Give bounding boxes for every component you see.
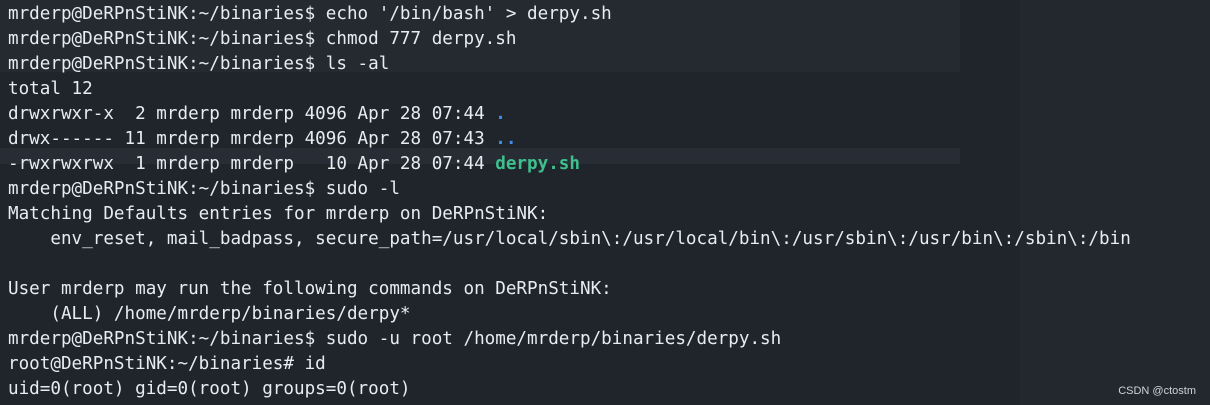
terminal-window[interactable]: mrderp@DeRPnStiNK:~/binaries$ echo '/bin… xyxy=(0,0,1210,405)
terminal-line: mrderp@DeRPnStiNK:~/binaries$ echo '/bin… xyxy=(8,4,612,24)
watermark: CSDN @ctostm xyxy=(1118,385,1196,397)
ls-entry-details: drwx------ 11 mrderp mrderp 4096 Apr 28 … xyxy=(8,129,496,149)
terminal-line: Matching Defaults entries for mrderp on … xyxy=(8,204,549,224)
terminal-line: total 12 xyxy=(8,79,93,99)
terminal-line: mrderp@DeRPnStiNK:~/binaries$ sudo -l xyxy=(8,179,400,199)
terminal-line: (ALL) /home/mrderp/binaries/derpy* xyxy=(8,304,411,324)
terminal-line: -rwxrwxrwx 1 mrderp mrderp 10 Apr 28 07:… xyxy=(8,152,1131,177)
terminal-line: drwx------ 11 mrderp mrderp 4096 Apr 28 … xyxy=(8,127,1131,152)
ls-entry-details: -rwxrwxrwx 1 mrderp mrderp 10 Apr 28 07:… xyxy=(8,154,496,174)
terminal-line: mrderp@DeRPnStiNK:~/binaries$ ls -al xyxy=(8,54,390,74)
terminal-line: root@DeRPnStiNK:~/binaries# id xyxy=(8,354,326,374)
terminal-line: uid=0(root) gid=0(root) groups=0(root) xyxy=(8,379,411,399)
terminal-output[interactable]: mrderp@DeRPnStiNK:~/binaries$ echo '/bin… xyxy=(8,2,1131,402)
ls-entry-dirname: . xyxy=(495,104,506,124)
terminal-line: User mrderp may run the following comman… xyxy=(8,279,612,299)
terminal-line: mrderp@DeRPnStiNK:~/binaries$ chmod 777 … xyxy=(8,29,517,49)
ls-entry-details: drwxrwxr-x 2 mrderp mrderp 4096 Apr 28 0… xyxy=(8,104,496,124)
terminal-line: drwxrwxr-x 2 mrderp mrderp 4096 Apr 28 0… xyxy=(8,102,1131,127)
ls-entry-filename: derpy.sh xyxy=(495,154,580,174)
terminal-line: env_reset, mail_badpass, secure_path=/us… xyxy=(8,229,1131,249)
terminal-line: mrderp@DeRPnStiNK:~/binaries$ sudo -u ro… xyxy=(8,329,782,349)
ls-entry-dirname: .. xyxy=(495,129,517,149)
